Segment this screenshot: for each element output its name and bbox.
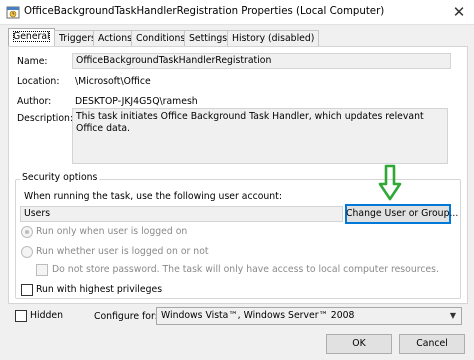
name-field[interactable]: OfficeBackgroundTaskHandlerRegistration bbox=[72, 53, 451, 69]
title-bar: OfficeBackgroundTaskHandlerRegistration … bbox=[0, 0, 474, 25]
configure-for-label: Configure for: bbox=[94, 311, 158, 322]
highest-privileges-label: Run with highest privileges bbox=[36, 284, 163, 295]
location-label: Location: bbox=[17, 76, 60, 87]
run-only-logged-on-radio[interactable] bbox=[21, 226, 33, 238]
description-field[interactable]: This task initiates Office Background Ta… bbox=[72, 108, 448, 164]
cancel-button[interactable]: Cancel bbox=[399, 334, 465, 354]
close-icon: ✕ bbox=[452, 3, 466, 21]
do-not-store-password-label: Do not store password. The task will onl… bbox=[52, 264, 439, 275]
chevron-down-icon: ▼ bbox=[449, 311, 457, 320]
run-only-logged-on-label: Run only when user is logged on bbox=[36, 226, 188, 237]
user-account-field: Users bbox=[20, 206, 343, 222]
close-button[interactable]: ✕ bbox=[448, 2, 470, 22]
task-scheduler-icon bbox=[6, 6, 20, 19]
window-title: OfficeBackgroundTaskHandlerRegistration … bbox=[24, 6, 385, 17]
run-whether-logged-on-radio[interactable] bbox=[21, 246, 33, 258]
location-value: \Microsoft\Office bbox=[75, 76, 151, 87]
tab-history[interactable]: History (disabled) bbox=[227, 30, 320, 47]
hidden-checkbox[interactable] bbox=[15, 310, 27, 322]
description-label: Description: bbox=[17, 113, 74, 124]
tab-conditions[interactable]: Conditions bbox=[131, 30, 191, 47]
down-arrow-icon bbox=[378, 164, 402, 201]
highest-privileges-checkbox[interactable] bbox=[21, 284, 33, 296]
do-not-store-password-checkbox[interactable] bbox=[36, 264, 48, 276]
security-options-title: Security options bbox=[20, 172, 100, 183]
configure-for-value: Windows Vista™, Windows Server™ 2008 bbox=[161, 310, 355, 321]
tab-settings[interactable]: Settings bbox=[184, 30, 233, 47]
configure-for-select[interactable]: Windows Vista™, Windows Server™ 2008 ▼ bbox=[156, 307, 462, 325]
ok-button[interactable]: OK bbox=[326, 334, 392, 354]
change-user-or-group-button[interactable]: Change User or Group... bbox=[345, 204, 458, 224]
tab-general[interactable]: General bbox=[8, 28, 55, 47]
author-value: DESKTOP-JKJ4G5Q\ramesh bbox=[75, 96, 198, 107]
hidden-label: Hidden bbox=[30, 310, 63, 321]
name-label: Name: bbox=[17, 56, 48, 67]
account-prompt: When running the task, use the following… bbox=[24, 191, 282, 202]
author-label: Author: bbox=[17, 96, 52, 107]
run-whether-logged-on-label: Run whether user is logged on or not bbox=[36, 246, 209, 257]
